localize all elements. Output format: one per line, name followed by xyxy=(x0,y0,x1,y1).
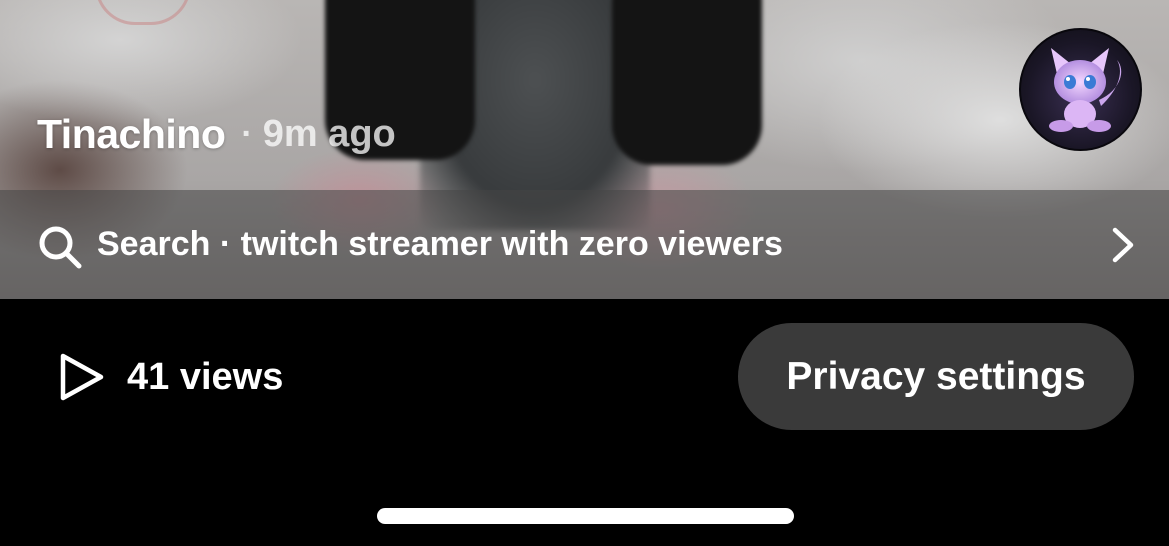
play-icon xyxy=(60,353,104,401)
search-icon xyxy=(39,226,82,269)
privacy-settings-button[interactable]: Privacy settings xyxy=(738,323,1134,430)
author-name[interactable]: Tinachino xyxy=(37,111,226,158)
avatar[interactable] xyxy=(1019,28,1142,151)
blurred-leg-right xyxy=(612,0,762,165)
story-viewer-screen: Tinachino · 9m ago Search · twitch strea… xyxy=(0,0,1169,546)
home-indicator[interactable] xyxy=(377,508,794,524)
search-suggestion-label: Search · twitch streamer with zero viewe… xyxy=(97,225,783,263)
author-row: Tinachino · 9m ago xyxy=(37,108,396,160)
view-count[interactable]: 41 views xyxy=(57,350,283,404)
blurred-heart-shape xyxy=(95,0,191,25)
author-separator: · xyxy=(241,114,253,153)
cat-creature-avatar-icon xyxy=(1049,48,1122,132)
search-suggestion-bar[interactable]: Search · twitch streamer with zero viewe… xyxy=(0,190,1169,299)
view-count-label: 41 views xyxy=(127,355,284,398)
post-time: 9m ago xyxy=(262,112,396,155)
chevron-right-icon[interactable] xyxy=(1108,226,1138,264)
